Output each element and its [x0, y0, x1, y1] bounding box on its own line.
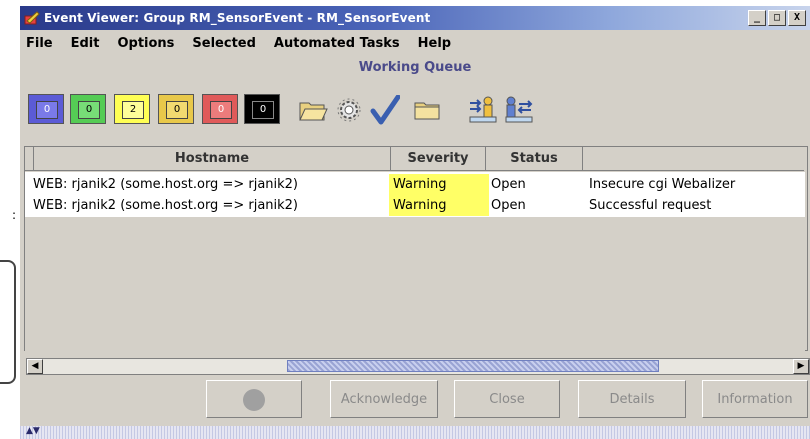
- acknowledge-check-button[interactable]: [368, 94, 402, 126]
- cell-status: Open: [491, 198, 526, 213]
- close-window-button[interactable]: X: [788, 10, 806, 26]
- minimize-button[interactable]: _: [748, 10, 766, 26]
- scroll-left-button[interactable]: ◀: [27, 359, 43, 374]
- cell-description: Insecure cgi Webalizer: [589, 177, 736, 192]
- cell-status: Open: [491, 177, 526, 192]
- cell-description: Successful request: [589, 198, 712, 213]
- folder-open-icon: [299, 102, 328, 121]
- app-icon: [24, 11, 40, 25]
- column-hostname[interactable]: Hostname: [34, 147, 391, 171]
- folder-button[interactable]: [410, 94, 444, 126]
- folder-icon: [414, 102, 440, 120]
- details-button[interactable]: Details: [578, 380, 686, 418]
- scroll-thumb[interactable]: [287, 360, 659, 372]
- menu-bar: File Edit Options Selected Automated Tas…: [20, 34, 451, 54]
- menu-selected[interactable]: Selected: [192, 34, 256, 54]
- horizontal-scrollbar[interactable]: ◀ ▶: [26, 358, 810, 375]
- severity-filter-black[interactable]: 0: [244, 94, 280, 124]
- table-body: WEB: rjanik2 (some.host.org => rjanik2) …: [25, 172, 805, 217]
- scroll-right-button[interactable]: ▶: [793, 359, 809, 374]
- queue-label: Working Queue: [358, 60, 472, 75]
- menu-edit[interactable]: Edit: [71, 34, 100, 54]
- severity-filter-red[interactable]: 0: [202, 94, 238, 124]
- status-bar: ▲▼: [20, 426, 810, 439]
- column-description[interactable]: [583, 147, 804, 171]
- menu-automated-tasks[interactable]: Automated Tasks: [274, 34, 400, 54]
- column-severity[interactable]: Severity: [391, 147, 486, 171]
- acknowledge-button[interactable]: Acknowledge: [330, 380, 438, 418]
- margin-colon: :: [12, 208, 17, 222]
- severity-count: 0: [210, 101, 232, 119]
- severity-filter-orange[interactable]: 0: [158, 94, 194, 124]
- open-folder-button[interactable]: [296, 94, 330, 126]
- margin-bracket: [0, 260, 16, 384]
- table-row[interactable]: WEB: rjanik2 (some.host.org => rjanik2) …: [25, 195, 805, 216]
- settings-button[interactable]: [332, 94, 366, 126]
- window-title: Event Viewer: Group RM_SensorEvent - RM_…: [44, 11, 431, 25]
- menu-help[interactable]: Help: [418, 34, 451, 54]
- disabled-action-button[interactable]: [206, 380, 302, 418]
- severity-filter-green[interactable]: 0: [70, 94, 106, 124]
- event-viewer-window: Event Viewer: Group RM_SensorEvent - RM_…: [20, 6, 810, 439]
- table-header: Hostname Severity Status: [25, 147, 805, 171]
- action-bar: Acknowledge Close Details Information: [20, 376, 810, 426]
- cell-severity: Warning: [389, 195, 489, 216]
- information-button[interactable]: Information: [702, 380, 808, 418]
- person-transfer-icon: [505, 96, 533, 123]
- maximize-button[interactable]: □: [768, 10, 786, 26]
- menu-file[interactable]: File: [26, 34, 53, 54]
- severity-count: 0: [78, 101, 100, 119]
- column-status[interactable]: Status: [486, 147, 583, 171]
- table-empty-area: [25, 217, 805, 356]
- cell-hostname: WEB: rjanik2 (some.host.org => rjanik2): [33, 177, 299, 192]
- table-row[interactable]: WEB: rjanik2 (some.host.org => rjanik2) …: [25, 174, 805, 195]
- title-bar[interactable]: Event Viewer: Group RM_SensorEvent - RM_…: [20, 6, 810, 30]
- menu-options[interactable]: Options: [117, 34, 174, 54]
- resize-arrows-icon: ▲▼: [26, 426, 40, 436]
- severity-filter-yellow[interactable]: 2: [114, 94, 150, 124]
- cell-hostname: WEB: rjanik2 (some.host.org => rjanik2): [33, 198, 299, 213]
- close-button[interactable]: Close: [454, 380, 560, 418]
- person-arrows-icon: [469, 96, 497, 123]
- gear-icon: [337, 98, 361, 122]
- stop-icon: [243, 389, 265, 411]
- checkmark-icon: [370, 95, 400, 125]
- assign-button[interactable]: [466, 94, 500, 126]
- header-spacer: [25, 147, 34, 171]
- severity-count: 0: [252, 101, 274, 119]
- severity-count: 0: [166, 101, 188, 119]
- severity-filter-blue[interactable]: 0: [28, 94, 64, 124]
- severity-count: 0: [36, 101, 58, 119]
- transfer-button[interactable]: [502, 94, 536, 126]
- severity-count: 2: [122, 101, 144, 119]
- cell-severity: Warning: [389, 174, 489, 195]
- event-table: Hostname Severity Status WEB: rjanik2 (s…: [24, 146, 808, 356]
